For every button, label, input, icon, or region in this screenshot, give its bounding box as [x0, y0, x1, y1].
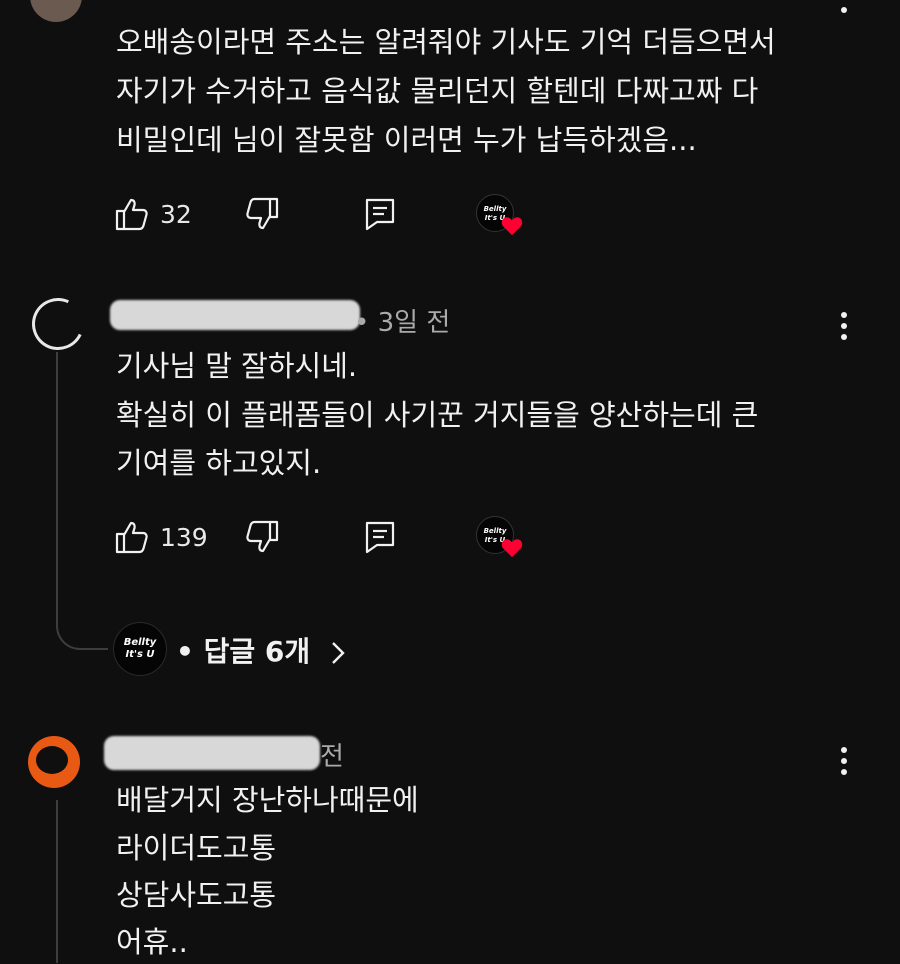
avatar[interactable] [30, 0, 82, 22]
comment-text-line: 어휴.. [116, 925, 188, 959]
reply-icon[interactable] [362, 196, 398, 232]
comment-text-line: 기사님 말 잘하시네. [116, 349, 358, 383]
more-icon[interactable] [840, 311, 848, 341]
reply-icon[interactable] [362, 519, 398, 555]
like-icon[interactable] [114, 519, 150, 555]
dislike-icon[interactable] [244, 519, 280, 555]
comment-text-line: 오배송이라면 주소는 알려줘야 기사도 기억 더듬으면서 [116, 25, 776, 59]
comment-timestamp: 전 [320, 742, 344, 772]
thread-line [56, 352, 108, 650]
like-icon[interactable] [114, 196, 150, 232]
comment-text-line: 자기가 수거하고 음식값 물리던지 할텐데 다짜고짜 다 [116, 74, 759, 108]
dislike-icon[interactable] [244, 196, 280, 232]
redacted-username [110, 300, 360, 330]
chevron-right-icon [332, 642, 345, 664]
heart-icon [501, 539, 523, 558]
comment-text-line: 비밀인데 님이 잘못함 이러면 누가 납득하겠음... [116, 123, 697, 157]
avatar[interactable] [28, 736, 80, 788]
like-count: 32 [160, 200, 192, 229]
comment-text-line: 기여를 하고있지. [116, 446, 322, 480]
comment-text-line: 상담사도고통 [116, 878, 277, 912]
replies-avatar: Bellty It's U [113, 622, 167, 676]
more-icon[interactable] [840, 0, 848, 16]
comment-timestamp: • 3일 전 [354, 308, 451, 338]
comment-text-line: 라이더도고통 [116, 831, 277, 865]
view-replies-button[interactable]: • 답글 6개 [176, 630, 346, 670]
replies-label: • 답글 6개 [176, 635, 311, 668]
avatar[interactable] [24, 290, 92, 358]
comment-text-line: 배달거지 장난하나때문에 [116, 783, 419, 817]
redacted-username [104, 736, 320, 770]
thread-line [56, 800, 58, 963]
more-icon[interactable] [840, 746, 848, 776]
like-count: 139 [160, 523, 208, 552]
heart-icon [501, 217, 523, 236]
comment-text-line: 확실히 이 플래폼들이 사기꾼 거지들을 양산하는데 큰 [116, 398, 759, 432]
